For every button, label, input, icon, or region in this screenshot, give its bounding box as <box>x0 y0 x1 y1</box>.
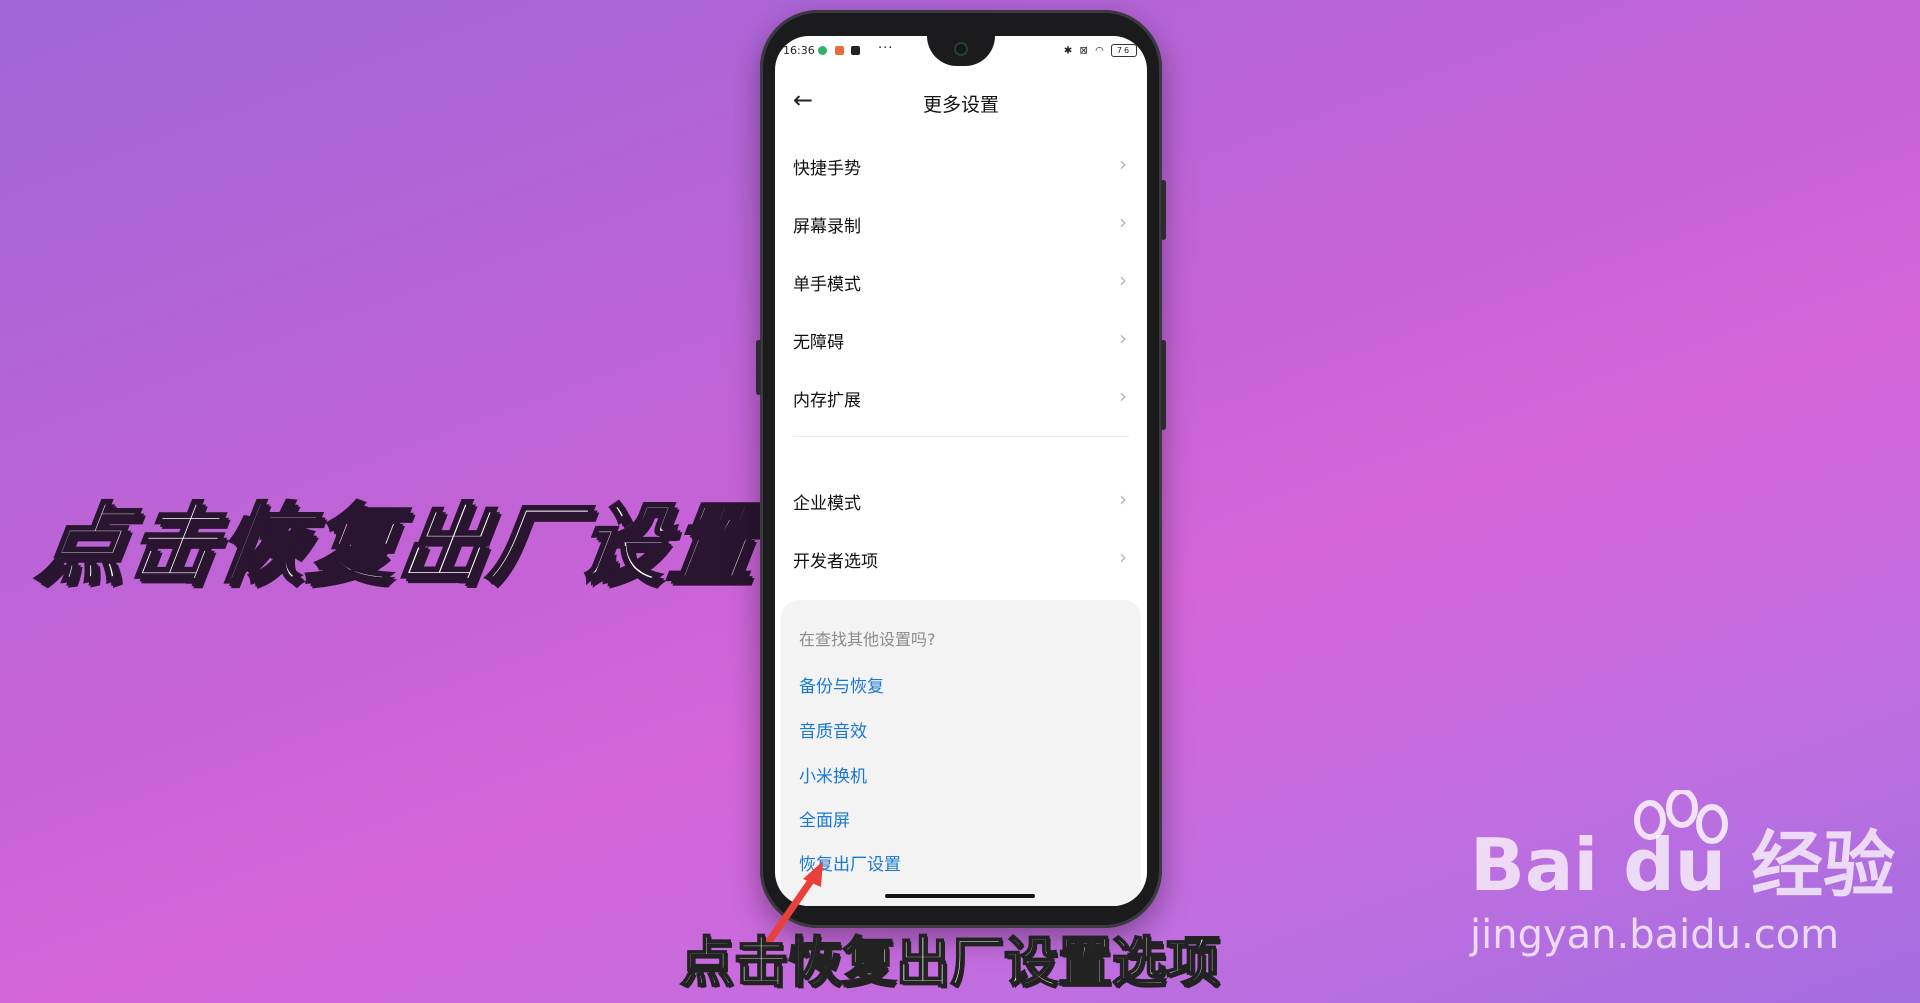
settings-item-one-hand[interactable]: 单手模式 › <box>775 252 1147 310</box>
settings-item-screen-recording[interactable]: 屏幕录制 › <box>775 194 1147 252</box>
status-right: ✱ ⊠ ◠ 76 <box>1064 44 1137 57</box>
settings-item-label: 单手模式 <box>793 275 861 295</box>
phone-frame: 16:36 ··· ✱ ⊠ ◠ 76 ← 更多设置 快捷手势 › 屏幕录制 › … <box>756 10 1166 928</box>
power-button <box>1161 340 1166 430</box>
phone-screen: 16:36 ··· ✱ ⊠ ◠ 76 ← 更多设置 快捷手势 › 屏幕录制 › … <box>775 36 1147 906</box>
settings-item-developer-options[interactable]: 开发者选项 › <box>775 529 1147 587</box>
settings-item-accessibility[interactable]: 无障碍 › <box>775 310 1147 368</box>
wifi-icon: ◠ <box>1095 45 1106 57</box>
tiktok-icon <box>851 46 860 55</box>
chevron-right-icon: › <box>1119 545 1127 569</box>
bluetooth-icon: ✱ <box>1063 45 1075 57</box>
watermark-url: jingyan.baidu.com <box>1470 912 1840 958</box>
link-sound-effects[interactable]: 音质音效 <box>799 717 867 742</box>
top-bar: ← 更多设置 <box>775 76 1147 126</box>
settings-item-label: 屏幕录制 <box>793 217 861 237</box>
chevron-right-icon: › <box>1119 384 1127 408</box>
side-key <box>756 340 761 395</box>
watermark-brand: Bai du 经验 <box>1470 823 1896 907</box>
settings-item-label: 企业模式 <box>793 494 861 514</box>
link-full-screen[interactable]: 全面屏 <box>799 806 850 831</box>
volume-button <box>1161 180 1166 240</box>
link-backup-restore[interactable]: 备份与恢复 <box>799 672 884 697</box>
divider <box>793 436 1129 437</box>
settings-item-enterprise-mode[interactable]: 企业模式 › <box>775 471 1147 529</box>
battery-icon: 76 <box>1111 44 1137 57</box>
settings-item-gestures[interactable]: 快捷手势 › <box>775 136 1147 194</box>
settings-item-label: 无障碍 <box>793 333 844 353</box>
chevron-right-icon: › <box>1119 487 1127 511</box>
front-camera <box>954 42 968 56</box>
chevron-right-icon: › <box>1119 268 1127 292</box>
main-caption: 点击恢复出厂设置 <box>31 494 768 597</box>
status-time: 16:36 <box>783 44 815 57</box>
bottom-caption: 点击恢复出厂设置选项 <box>679 930 1221 995</box>
settings-item-label: 内存扩展 <box>793 391 861 411</box>
chevron-right-icon: › <box>1119 152 1127 176</box>
settings-item-label: 开发者选项 <box>793 552 878 572</box>
suggestions-question: 在查找其他设置吗? <box>799 630 936 649</box>
page-title: 更多设置 <box>922 94 999 116</box>
baidu-jingyan-watermark: Bai du 经验 jingyan.baidu.com <box>1470 790 1910 970</box>
shield-icon <box>818 46 827 55</box>
mute-icon: ⊠ <box>1079 45 1090 57</box>
chevron-right-icon: › <box>1119 326 1127 350</box>
settings-item-memory-extension[interactable]: 内存扩展 › <box>775 368 1147 426</box>
settings-item-label: 快捷手势 <box>793 159 861 179</box>
app-notification-icon <box>835 46 844 55</box>
home-indicator <box>885 894 1035 898</box>
chevron-right-icon: › <box>1119 210 1127 234</box>
more-notifications-icon: ··· <box>878 41 894 56</box>
link-mi-mover[interactable]: 小米换机 <box>799 762 867 787</box>
